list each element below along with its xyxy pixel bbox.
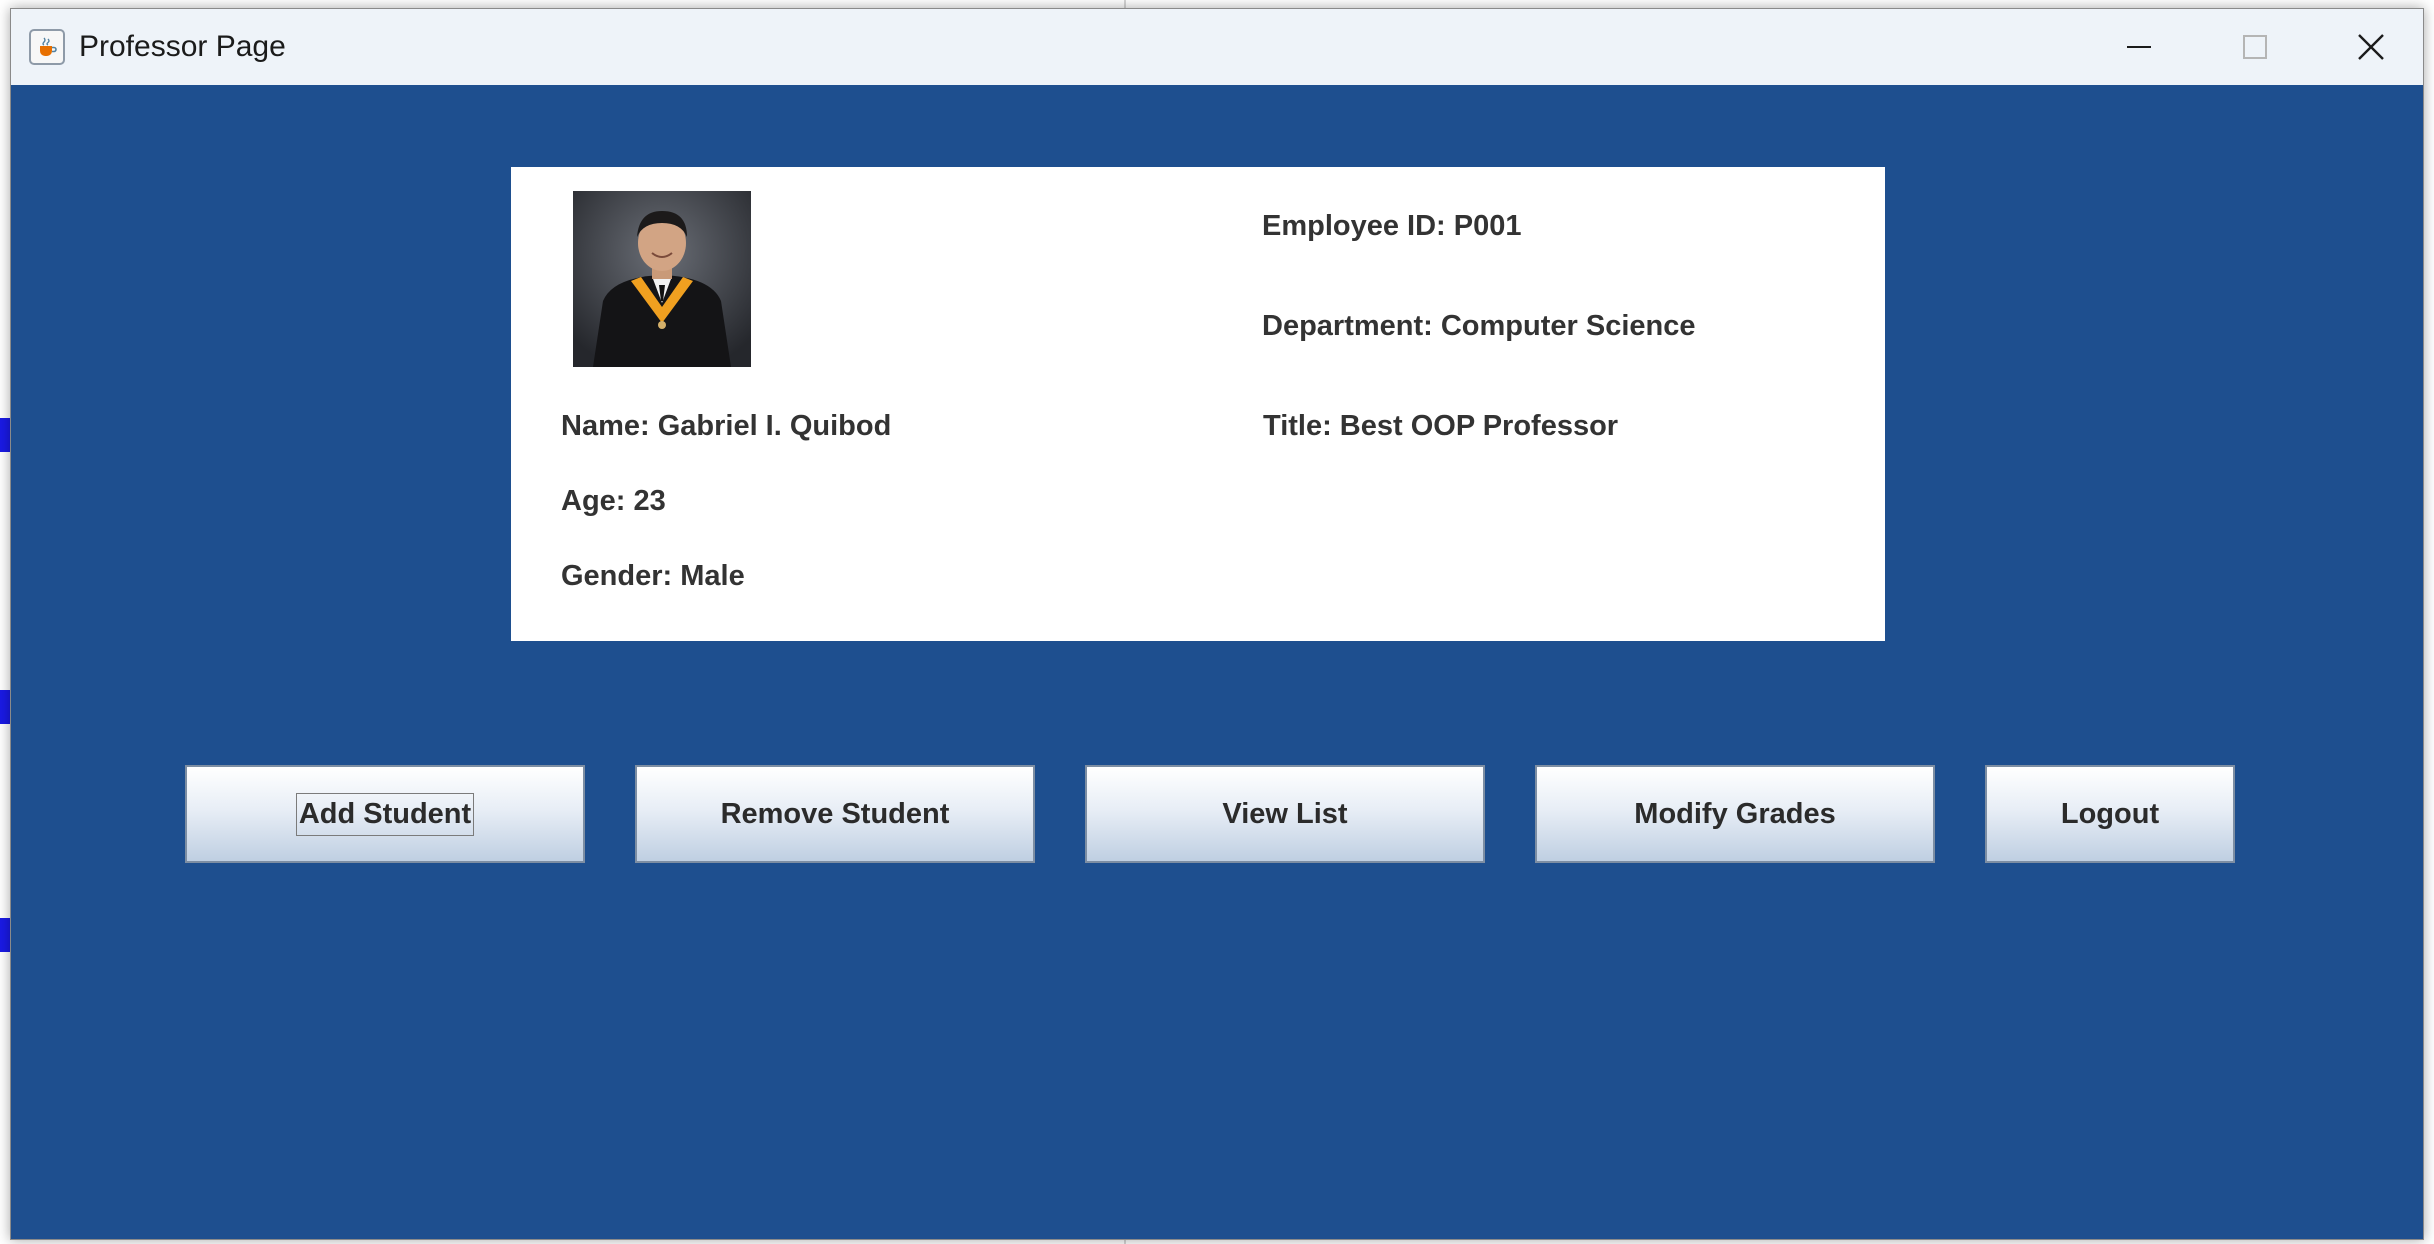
editor-highlight — [0, 418, 10, 452]
editor-highlight — [0, 918, 10, 952]
modify-grades-label: Modify Grades — [1634, 797, 1836, 830]
modify-grades-button[interactable]: Modify Grades — [1535, 765, 1935, 863]
title-bar[interactable]: Professor Page — [11, 9, 2423, 85]
add-student-label: Add Student — [295, 792, 475, 836]
minimize-button[interactable] — [2083, 9, 2195, 85]
add-student-button[interactable]: Add Student — [185, 765, 585, 863]
professor-gender: Gender: Male — [561, 560, 745, 592]
profile-card: Name: Gabriel I. Quibod Age: 23 Gender: … — [511, 167, 1885, 641]
minimize-icon — [2127, 46, 2151, 48]
logout-label: Logout — [2060, 797, 2160, 830]
employee-id: Employee ID: P001 — [1262, 210, 1522, 242]
view-list-button[interactable]: View List — [1085, 765, 1485, 863]
professor-window: Professor Page Name: Gabriel I. Quibod A… — [10, 8, 2424, 1240]
department: Department: Computer Science — [1262, 310, 1696, 342]
editor-highlight — [0, 690, 10, 724]
view-list-label: View List — [1222, 797, 1348, 830]
professor-name: Name: Gabriel I. Quibod — [561, 410, 892, 442]
window-title: Professor Page — [79, 30, 286, 63]
java-coffee-icon — [29, 29, 65, 65]
professor-title: Title: Best OOP Professor — [1263, 410, 1619, 442]
close-button[interactable] — [2315, 9, 2427, 85]
main-panel: Name: Gabriel I. Quibod Age: 23 Gender: … — [11, 85, 2423, 1239]
professor-photo — [573, 191, 751, 367]
remove-student-label: Remove Student — [720, 797, 950, 830]
maximize-button[interactable] — [2199, 9, 2311, 85]
professor-age: Age: 23 — [561, 485, 666, 517]
close-icon — [2358, 34, 2384, 60]
remove-student-button[interactable]: Remove Student — [635, 765, 1035, 863]
maximize-icon — [2243, 35, 2267, 59]
logout-button[interactable]: Logout — [1985, 765, 2235, 863]
